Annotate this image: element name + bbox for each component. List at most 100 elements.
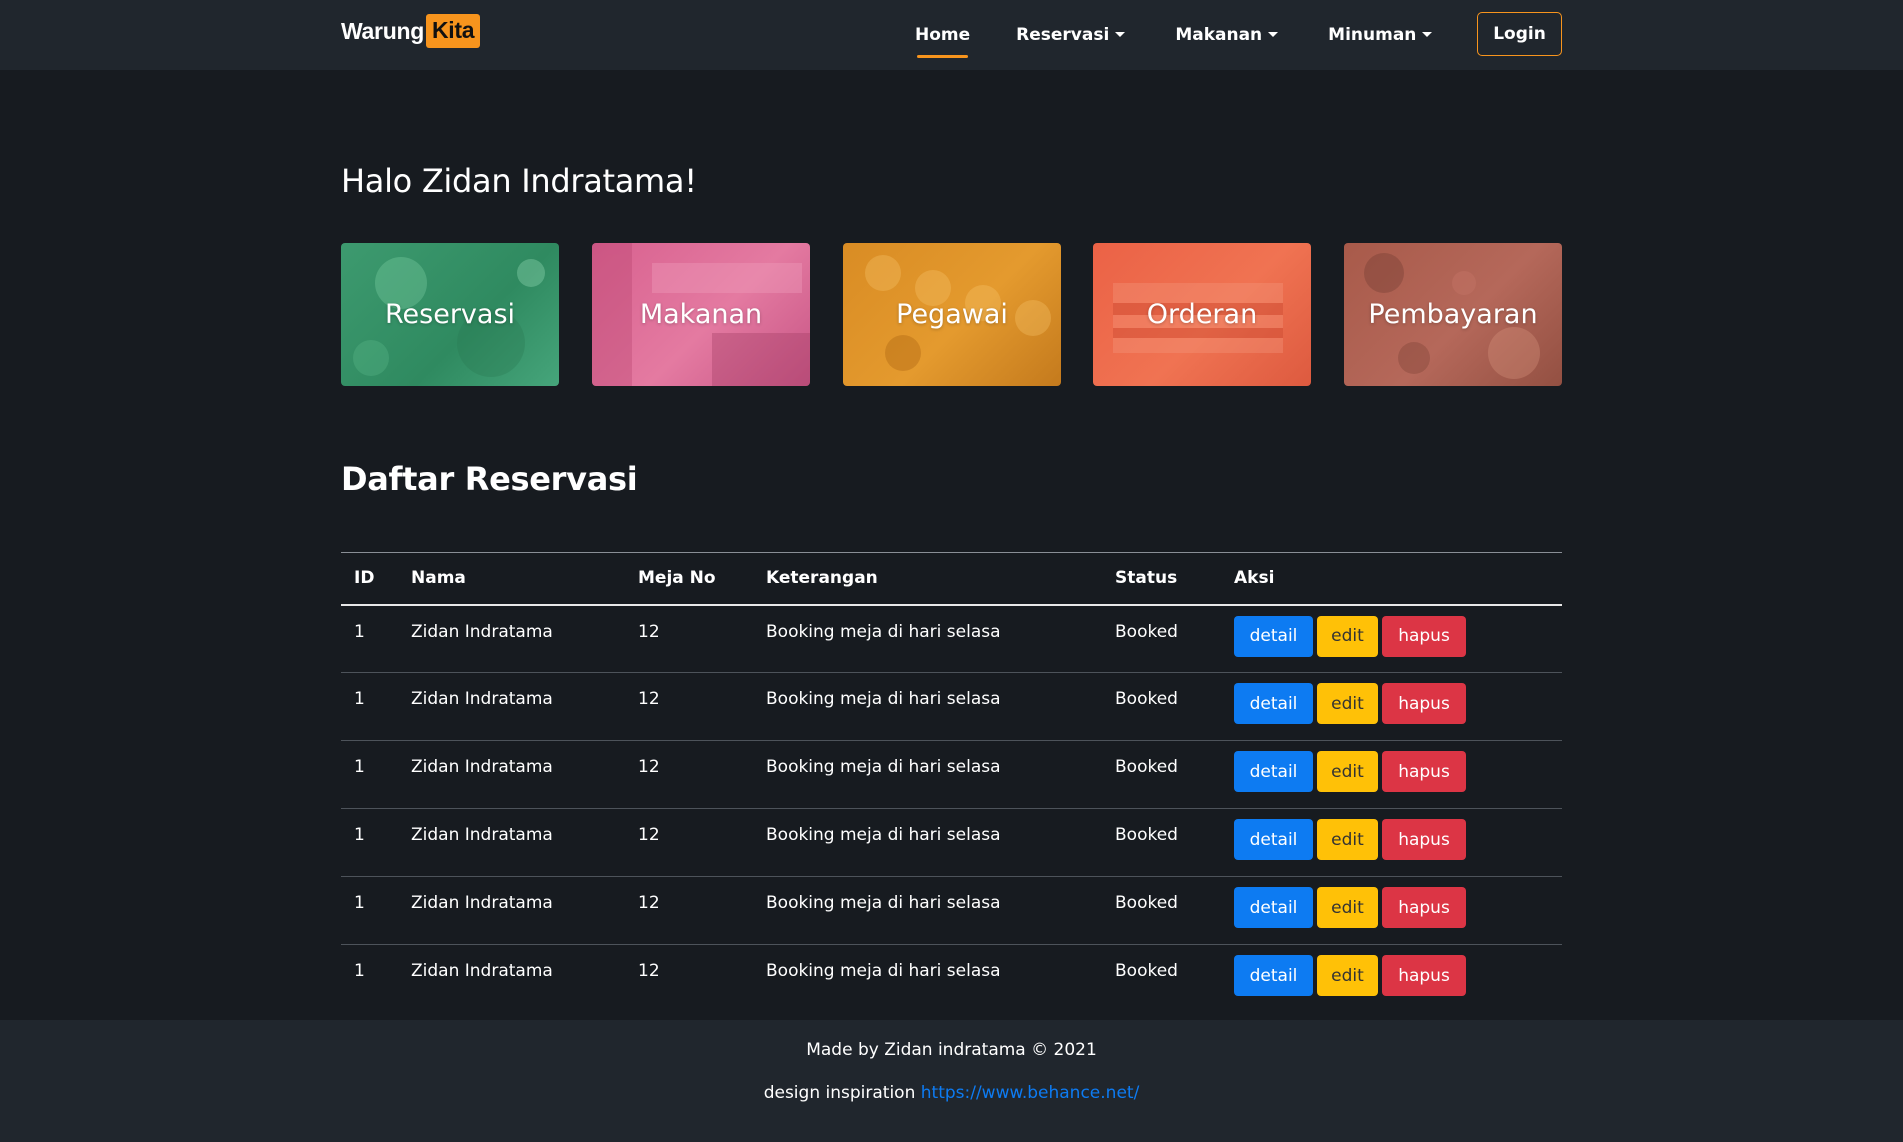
header-keterangan: Keterangan [766,568,878,589]
table-row: 1 Zidan Indratama 12 Booking meja di har… [341,605,1562,673]
card-pembayaran-label: Pembayaran [1368,299,1538,330]
cell-status: Booked [1115,825,1178,845]
edit-button[interactable]: edit [1317,819,1378,860]
greeting-heading: Halo Zidan Indratama! [341,162,697,200]
cell-status: Booked [1115,689,1178,709]
card-pegawai[interactable]: Pegawai [843,243,1061,386]
footer: Made by Zidan indratama © 2021 design in… [0,1020,1903,1142]
cell-nama: Zidan Indratama [411,689,553,709]
navbar: Warung Kita Home Reservasi Makanan Minum… [0,0,1903,70]
cell-meja: 12 [638,757,660,777]
cell-meja: 12 [638,825,660,845]
menu-cards: Reservasi Makanan Pegawai Orderan Pembay… [341,243,1562,386]
cell-id: 1 [354,893,365,913]
cell-nama: Zidan Indratama [411,621,553,642]
reservasi-table: ID Nama Meja No Keterangan Status Aksi 1… [341,552,1562,1013]
detail-button[interactable]: detail [1234,615,1313,657]
header-id: ID [354,568,375,589]
caret-down-icon [1268,31,1279,37]
edit-button[interactable]: edit [1317,683,1378,724]
cell-status: Booked [1115,621,1178,642]
cell-id: 1 [354,689,365,709]
cell-id: 1 [354,961,365,981]
edit-button[interactable]: edit [1317,751,1378,792]
cell-keterangan: Booking meja di hari selasa [766,757,1001,777]
cell-keterangan: Booking meja di hari selasa [766,689,1001,709]
header-status: Status [1115,568,1178,589]
table-row: 1 Zidan Indratama 12 Booking meja di har… [341,877,1562,945]
hapus-button[interactable]: hapus [1382,683,1466,724]
cell-id: 1 [354,621,365,642]
card-makanan[interactable]: Makanan [592,243,810,386]
cell-status: Booked [1115,961,1178,981]
cell-keterangan: Booking meja di hari selasa [766,621,1001,642]
footer-credit: Made by Zidan indratama © 2021 [806,1040,1097,1060]
cell-aksi: detail edit hapus [1221,673,1562,741]
detail-button[interactable]: detail [1234,751,1313,792]
table-row: 1 Zidan Indratama 12 Booking meja di har… [341,673,1562,741]
card-makanan-label: Makanan [639,299,763,330]
cell-keterangan: Booking meja di hari selasa [766,893,1001,913]
nav-reservasi-dropdown[interactable]: Reservasi [1006,0,1135,70]
nav-home[interactable]: Home [905,0,980,70]
cell-aksi: detail edit hapus [1221,945,1562,1013]
hapus-button[interactable]: hapus [1382,819,1466,860]
section-title-reservasi: Daftar Reservasi [341,460,638,498]
card-reservasi-label: Reservasi [384,299,516,330]
cell-nama: Zidan Indratama [411,757,553,777]
table-row: 1 Zidan Indratama 12 Booking meja di har… [341,945,1562,1013]
cell-nama: Zidan Indratama [411,961,553,981]
nav-menu: Home Reservasi Makanan Minuman [905,0,1442,70]
header-meja: Meja No [638,568,716,589]
edit-button[interactable]: edit [1317,887,1378,928]
cell-status: Booked [1115,893,1178,913]
nav-makanan-label: Makanan [1175,25,1263,45]
edit-button[interactable]: edit [1317,955,1378,996]
cell-id: 1 [354,825,365,845]
cell-keterangan: Booking meja di hari selasa [766,961,1001,981]
edit-button[interactable]: edit [1317,615,1378,657]
hapus-button[interactable]: hapus [1382,751,1466,792]
table-header-row: ID Nama Meja No Keterangan Status Aksi [341,552,1562,605]
detail-button[interactable]: detail [1234,887,1313,928]
nav-home-label: Home [915,25,971,45]
footer-inspiration-label: design inspiration [763,1083,921,1103]
cell-nama: Zidan Indratama [411,825,553,845]
caret-down-icon [1115,31,1126,37]
nav-minuman-dropdown[interactable]: Minuman [1318,0,1442,70]
card-reservasi[interactable]: Reservasi [341,243,559,386]
footer-inspiration: design inspiration https://www.behance.n… [0,1083,1903,1103]
cell-aksi: detail edit hapus [1221,877,1562,945]
cell-meja: 12 [638,893,660,913]
card-orderan-label: Orderan [1146,299,1258,330]
cell-meja: 12 [638,689,660,709]
behance-link[interactable]: https://www.behance.net/ [921,1083,1140,1103]
cell-status: Booked [1115,757,1178,777]
nav-minuman-label: Minuman [1328,25,1417,45]
login-button[interactable]: Login [1477,12,1562,56]
cell-nama: Zidan Indratama [411,893,553,913]
header-aksi: Aksi [1234,568,1275,589]
cell-aksi: detail edit hapus [1221,605,1562,673]
hapus-button[interactable]: hapus [1382,615,1466,657]
card-pembayaran[interactable]: Pembayaran [1344,243,1562,386]
hapus-button[interactable]: hapus [1382,887,1466,928]
brand-logo[interactable]: Warung Kita [341,12,481,50]
table-row: 1 Zidan Indratama 12 Booking meja di har… [341,809,1562,877]
cell-aksi: detail edit hapus [1221,741,1562,809]
nav-makanan-dropdown[interactable]: Makanan [1165,0,1288,70]
hapus-button[interactable]: hapus [1382,955,1466,996]
cell-id: 1 [354,757,365,777]
cell-keterangan: Booking meja di hari selasa [766,825,1001,845]
cell-meja: 12 [638,621,660,642]
cell-aksi: detail edit hapus [1221,809,1562,877]
header-nama: Nama [411,568,466,589]
cell-meja: 12 [638,961,660,981]
detail-button[interactable]: detail [1234,955,1313,996]
reservasi-table-wrapper: ID Nama Meja No Keterangan Status Aksi 1… [341,552,1562,1013]
card-orderan[interactable]: Orderan [1093,243,1311,386]
detail-button[interactable]: detail [1234,683,1313,724]
detail-button[interactable]: detail [1234,819,1313,860]
caret-down-icon [1422,31,1433,37]
nav-reservasi-label: Reservasi [1016,25,1110,45]
